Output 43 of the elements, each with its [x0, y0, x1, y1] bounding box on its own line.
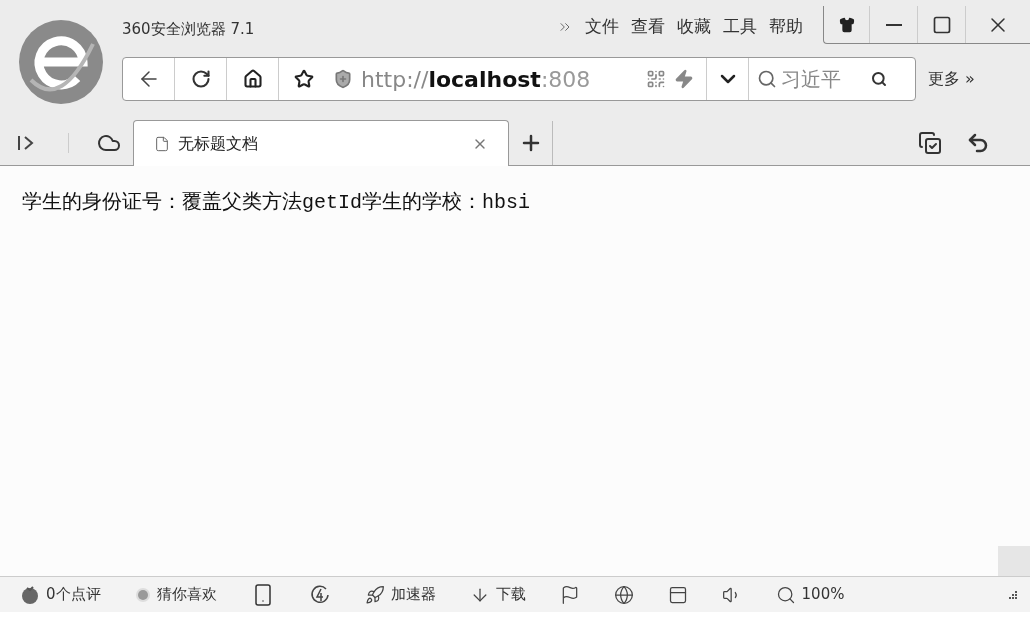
rocket-icon	[364, 584, 385, 605]
status-label: 加速器	[390, 584, 436, 606]
shirt-icon	[838, 16, 855, 33]
refresh-icon	[190, 69, 211, 89]
resize-grip-icon[interactable]	[1008, 589, 1018, 600]
page-icon	[154, 135, 170, 152]
browser-tab[interactable]: 无标题文档	[133, 120, 509, 166]
globe-icon[interactable]	[613, 584, 634, 605]
dot-icon	[134, 586, 151, 603]
speed-circle-icon[interactable]	[308, 583, 331, 606]
tomato-icon	[20, 584, 40, 605]
star-icon	[294, 69, 314, 89]
search-field[interactable]: 习近平	[749, 58, 915, 100]
browser-logo-icon	[17, 18, 105, 106]
page-text: 学生的身份证号：覆盖父类方法getId学生的学校：hbsi	[22, 190, 532, 216]
search-engine-icon	[757, 69, 777, 89]
minimize-icon	[885, 23, 902, 26]
tabs-icon[interactable]	[918, 131, 942, 155]
status-label: 下载	[495, 584, 526, 606]
home-icon	[242, 69, 263, 89]
menu-item[interactable]: 文件	[585, 14, 619, 40]
window-title: 360安全浏览器 7.1	[122, 19, 255, 40]
menu-item[interactable]: 查看	[631, 14, 665, 40]
tab-title: 无标题文档	[178, 132, 258, 155]
search-icon[interactable]	[871, 71, 887, 87]
more-button[interactable]: 更多 »	[928, 67, 975, 91]
undo-icon[interactable]	[966, 131, 990, 155]
menu-item[interactable]: 收藏	[677, 14, 711, 40]
zoom-icon	[775, 584, 796, 605]
lightning-icon[interactable]	[674, 69, 694, 89]
search-input[interactable]: 习近平	[781, 64, 867, 94]
shield-icon	[333, 69, 353, 89]
status-label: 0个点评	[46, 584, 101, 606]
menu-item[interactable]: 帮助	[769, 14, 803, 40]
qr-code-icon[interactable]	[646, 69, 666, 89]
maximize-icon	[931, 14, 952, 35]
address-field[interactable]: http://localhost:808	[329, 58, 707, 100]
status-label: 100%	[801, 584, 845, 606]
window-icon[interactable]	[667, 584, 688, 605]
menu-item[interactable]: 工具	[723, 14, 757, 40]
scrollbar-corner	[998, 546, 1030, 576]
status-label: 猜你喜欢	[156, 584, 217, 606]
url-text: http://localhost:808	[361, 65, 591, 94]
